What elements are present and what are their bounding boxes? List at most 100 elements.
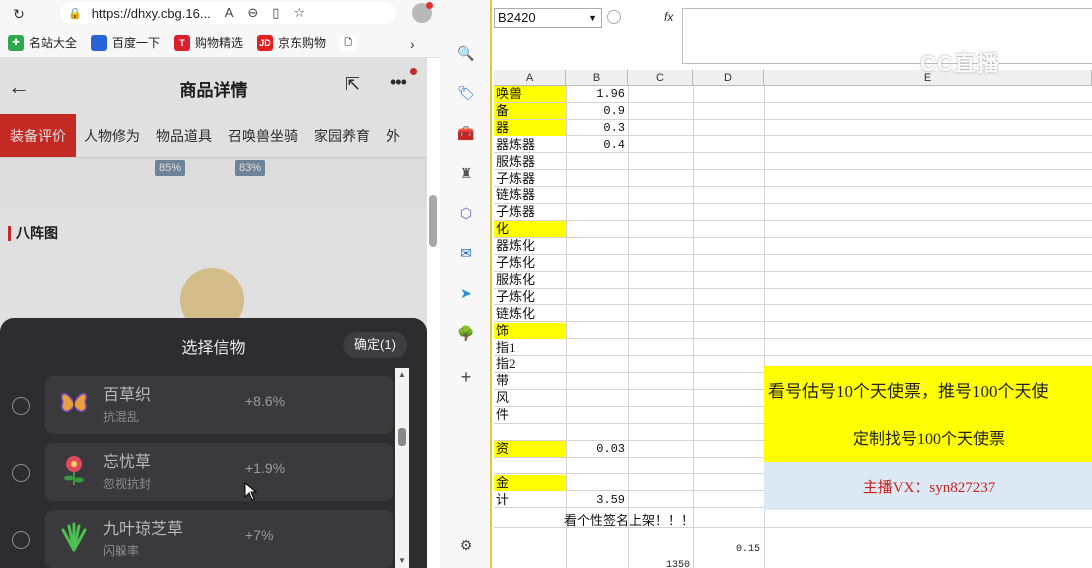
cell-a[interactable]: 子炼化	[496, 289, 535, 305]
cell-a[interactable]: 子炼器	[496, 204, 535, 220]
cell-a[interactable]: 器炼化	[496, 238, 535, 254]
cell-a[interactable]: 链炼化	[496, 306, 535, 322]
favorite-label: 名站大全	[29, 36, 78, 50]
cell-a[interactable]: 资	[496, 441, 509, 457]
cell-b[interactable]: 0.9	[567, 103, 625, 119]
select-token-modal: 选择信物 确定(1) 百草织 抗混乱 +8.6% 忘忧草 忽视抗封 +1.9% 九叶琼芝草闪…	[0, 318, 427, 568]
page-scrollbar[interactable]	[429, 195, 437, 247]
scroll-down-icon[interactable]: ▼	[398, 556, 406, 565]
column-header-row: ABCDE	[494, 70, 1092, 86]
butterfly-icon	[57, 386, 91, 420]
select-radio[interactable]	[12, 531, 30, 549]
cell-b[interactable]: 0.4	[567, 137, 625, 153]
favorite-icon: ✚	[8, 34, 24, 51]
token-attribute: 忽视抗封	[103, 477, 152, 491]
favorite-item[interactable]: T 购物精选	[174, 34, 243, 51]
cell-a[interactable]: 备	[496, 103, 509, 119]
sheet-row[interactable]: 备 0.9	[494, 102, 1092, 120]
herb-icon	[57, 520, 91, 554]
sheet-row[interactable]: 器 0.3	[494, 119, 1092, 137]
sheet-row[interactable]: 子炼化	[494, 289, 1092, 306]
favorite-item[interactable]: 🐾 百度一下	[91, 34, 160, 51]
token-name: 九叶琼芝草	[103, 521, 184, 538]
cell-a[interactable]: 链炼器	[496, 187, 535, 203]
token-item[interactable]: 九叶琼芝草闪躲率 +7%	[45, 510, 393, 568]
cell-a[interactable]: 金	[496, 475, 509, 491]
refresh-icon[interactable]: ↻	[8, 3, 30, 25]
token-bonus: +7%	[245, 527, 274, 543]
cell-a[interactable]: 服炼化	[496, 272, 535, 288]
send-icon[interactable]: ➤	[457, 284, 475, 302]
office-icon[interactable]: ⬡	[457, 204, 475, 222]
cell-a[interactable]: 化	[496, 221, 509, 237]
select-radio[interactable]	[12, 397, 30, 415]
sheet-row[interactable]: 器炼器 0.4	[494, 137, 1092, 154]
cell-a[interactable]: 指2	[496, 356, 516, 372]
cell-a[interactable]: 子炼化	[496, 255, 535, 271]
tree-icon[interactable]: 🌳	[457, 324, 475, 342]
split-screen-icon[interactable]: ▯	[272, 5, 279, 21]
search-icon[interactable]: 🔍	[457, 44, 475, 62]
sheet-row[interactable]: 子炼器	[494, 204, 1092, 221]
outlook-icon[interactable]: ✉	[457, 244, 475, 262]
formula-bar[interactable]	[682, 8, 1092, 64]
cell-a[interactable]: 计	[496, 492, 509, 508]
cell-a[interactable]: 器炼器	[496, 137, 535, 153]
address-bar[interactable]: 🔒 https://dhxy.cbg.16... A ⊖ ▯ ☆	[60, 2, 396, 24]
sheet-row[interactable]: 链炼器	[494, 187, 1092, 205]
token-attribute: 闪躲率	[103, 544, 140, 558]
favorite-star-icon[interactable]: ☆	[293, 5, 305, 21]
sheet-row[interactable]: 服炼器	[494, 154, 1092, 171]
token-item[interactable]: 忘忧草 忽视抗封 +1.9%	[45, 443, 393, 501]
spreadsheet: B2420 ▼ fx ABCDE 唤兽 1.96 备 0.9 器 0.3 器炼器 0.4 服炼器子…	[494, 0, 1092, 568]
cell-a[interactable]: 件	[496, 407, 509, 423]
token-item[interactable]: 百草织 抗混乱 +8.6%	[45, 376, 393, 434]
cell-b[interactable]: 1.96	[567, 86, 625, 102]
chevron-right-icon[interactable]: ›	[410, 36, 415, 52]
favorite-item[interactable]: JD 京东购物	[257, 34, 326, 51]
sheet-row[interactable]: 服炼化	[494, 272, 1092, 289]
name-box[interactable]: B2420 ▼	[494, 8, 602, 28]
sheet-row[interactable]: 指1	[494, 340, 1092, 357]
sheet-row[interactable]: 唤兽 1.96	[494, 86, 1092, 103]
circle-button[interactable]	[607, 10, 621, 24]
sheet-row[interactable]: 饰	[494, 322, 1092, 340]
confirm-button[interactable]: 确定(1)	[343, 332, 407, 358]
read-aloud-icon[interactable]: A	[225, 5, 234, 21]
cell-a[interactable]: 风	[496, 390, 509, 406]
cell-a[interactable]: 指1	[496, 340, 516, 356]
tag-icon[interactable]: 🏷	[457, 84, 475, 102]
sheet-row[interactable]: 器炼化	[494, 238, 1092, 255]
scroll-up-icon[interactable]: ▲	[398, 370, 406, 379]
cell-b[interactable]: 0.3	[567, 120, 625, 136]
cell-a[interactable]: 服炼器	[496, 154, 535, 170]
sheet-row[interactable]: 子炼器	[494, 171, 1092, 188]
scroll-thumb[interactable]	[398, 428, 406, 446]
column-header[interactable]: B	[566, 70, 628, 86]
browser-sidebar: 🔍 🏷 🧰 ♜ ⬡ ✉ ➤ 🌳 + ⚙	[440, 0, 492, 568]
toolbox-icon[interactable]: 🧰	[457, 124, 475, 142]
add-icon[interactable]: +	[457, 367, 475, 387]
cell-a[interactable]: 器	[496, 120, 509, 136]
column-header[interactable]: C	[628, 70, 693, 86]
favorite-item[interactable]: ✚ 名站大全	[8, 34, 77, 51]
cell-a[interactable]: 唤兽	[496, 86, 522, 102]
cell-a[interactable]: 子炼器	[496, 171, 535, 187]
select-radio[interactable]	[12, 464, 30, 482]
favorite-item[interactable]: 🗋	[340, 34, 361, 51]
cc-live-logo: CC直播	[920, 51, 1000, 76]
cell-a[interactable]: 饰	[496, 323, 509, 339]
column-header[interactable]: A	[494, 70, 566, 86]
dropdown-icon[interactable]: ▼	[588, 9, 597, 27]
sheet-row[interactable]: 化	[494, 221, 1092, 238]
modal-scrollbar[interactable]: ▲ ▼	[395, 368, 409, 568]
cell-a[interactable]: 带	[496, 373, 509, 389]
cell-b[interactable]: 0.03	[567, 441, 625, 457]
zoom-icon[interactable]: ⊖	[247, 5, 258, 21]
cell-b[interactable]: 3.59	[567, 492, 625, 508]
settings-gear-icon[interactable]: ⚙	[457, 536, 475, 554]
sheet-row[interactable]: 子炼化	[494, 255, 1092, 272]
games-icon[interactable]: ♜	[457, 164, 475, 182]
sheet-row[interactable]: 链炼化	[494, 306, 1092, 323]
column-header[interactable]: D	[693, 70, 764, 86]
